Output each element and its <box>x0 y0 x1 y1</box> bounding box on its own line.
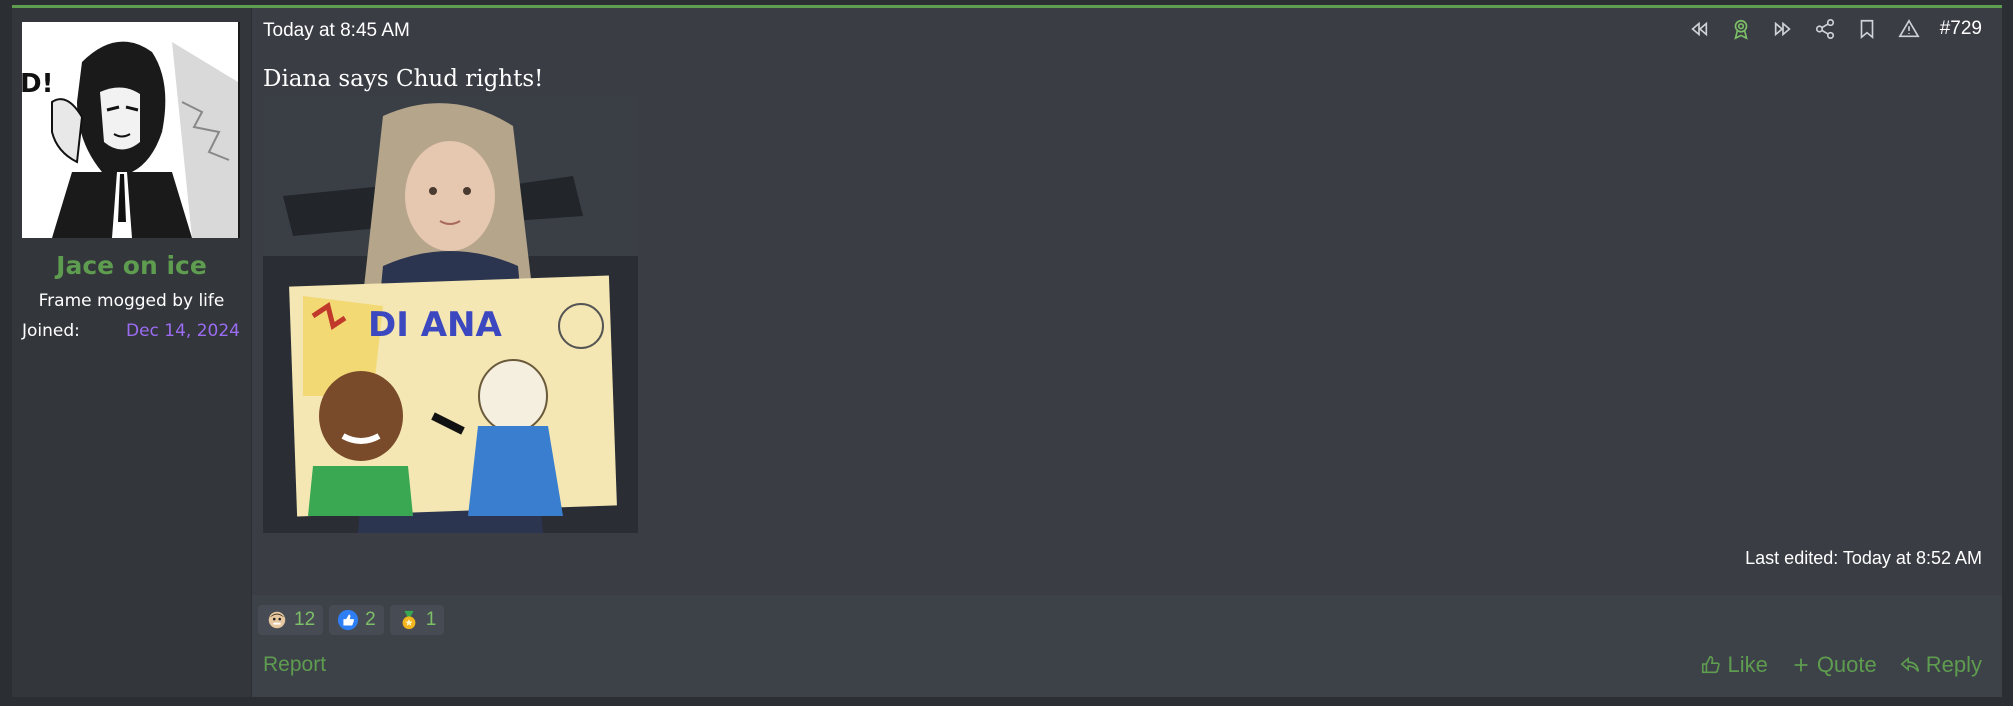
reactions-bar: 12 2 1 <box>258 605 445 635</box>
joined-label: Joined: <box>22 321 80 341</box>
warning-icon[interactable] <box>1898 18 1920 40</box>
post-footer: 12 2 1 Report Like Quote Reply <box>252 595 2002 697</box>
quote-label: Quote <box>1816 652 1877 677</box>
attached-image[interactable]: DI ANA <box>263 96 638 533</box>
post-number[interactable]: #729 <box>1940 18 1982 40</box>
image-sign-text: DI ANA <box>368 305 502 345</box>
last-edited[interactable]: Last edited: Today at 8:52 AM <box>1745 548 1982 569</box>
like-button[interactable]: Like <box>1700 652 1768 678</box>
thumbs-up-outline-icon <box>1702 655 1721 674</box>
joined-date: Dec 14, 2024 <box>125 321 240 341</box>
reaction-face[interactable]: 12 <box>258 605 324 635</box>
avatar[interactable]: D! <box>22 22 240 238</box>
user-title: Frame mogged by life <box>38 291 225 311</box>
reaction-medal[interactable]: 1 <box>389 605 445 635</box>
fast-forward-icon[interactable] <box>1772 18 1794 40</box>
post-toolbar: #729 <box>1688 18 1982 40</box>
post-date[interactable]: Today at 8:45 AM <box>263 20 410 42</box>
reply-icon <box>1900 656 1919 672</box>
quote-button[interactable]: Quote <box>1790 652 1877 678</box>
reaction-count: 2 <box>365 609 376 630</box>
reply-button[interactable]: Reply <box>1899 652 1982 678</box>
medal-icon <box>402 610 416 630</box>
face-emoji-icon <box>268 611 286 629</box>
thumbs-up-icon <box>338 609 359 631</box>
post-container: D! Jace on ice Frame mogged by life Join… <box>12 5 2002 697</box>
report-link[interactable]: Report <box>263 653 326 677</box>
bookmark-icon[interactable] <box>1856 18 1878 40</box>
post-actions: Like Quote Reply <box>1700 652 1982 678</box>
like-label: Like <box>1727 652 1768 677</box>
avatar-text: D! <box>22 69 53 99</box>
username[interactable]: Jace on ice <box>12 251 251 280</box>
reaction-count: 1 <box>425 609 437 630</box>
joined-row: Joined: Dec 14, 2024 <box>22 321 240 341</box>
reply-label: Reply <box>1925 652 1982 677</box>
share-icon[interactable] <box>1814 18 1836 40</box>
user-info-column: D! Jace on ice Frame mogged by life Join… <box>12 8 252 697</box>
message-text: Diana says Chud rights! <box>263 66 544 92</box>
award-icon[interactable] <box>1730 18 1752 40</box>
post-content: Today at 8:45 AM #729 Diana says Chud ri <box>252 8 2002 595</box>
reaction-like[interactable]: 2 <box>329 605 384 635</box>
plus-icon <box>1794 658 1808 672</box>
reaction-count: 12 <box>294 609 316 630</box>
rewind-icon[interactable] <box>1688 18 1710 40</box>
